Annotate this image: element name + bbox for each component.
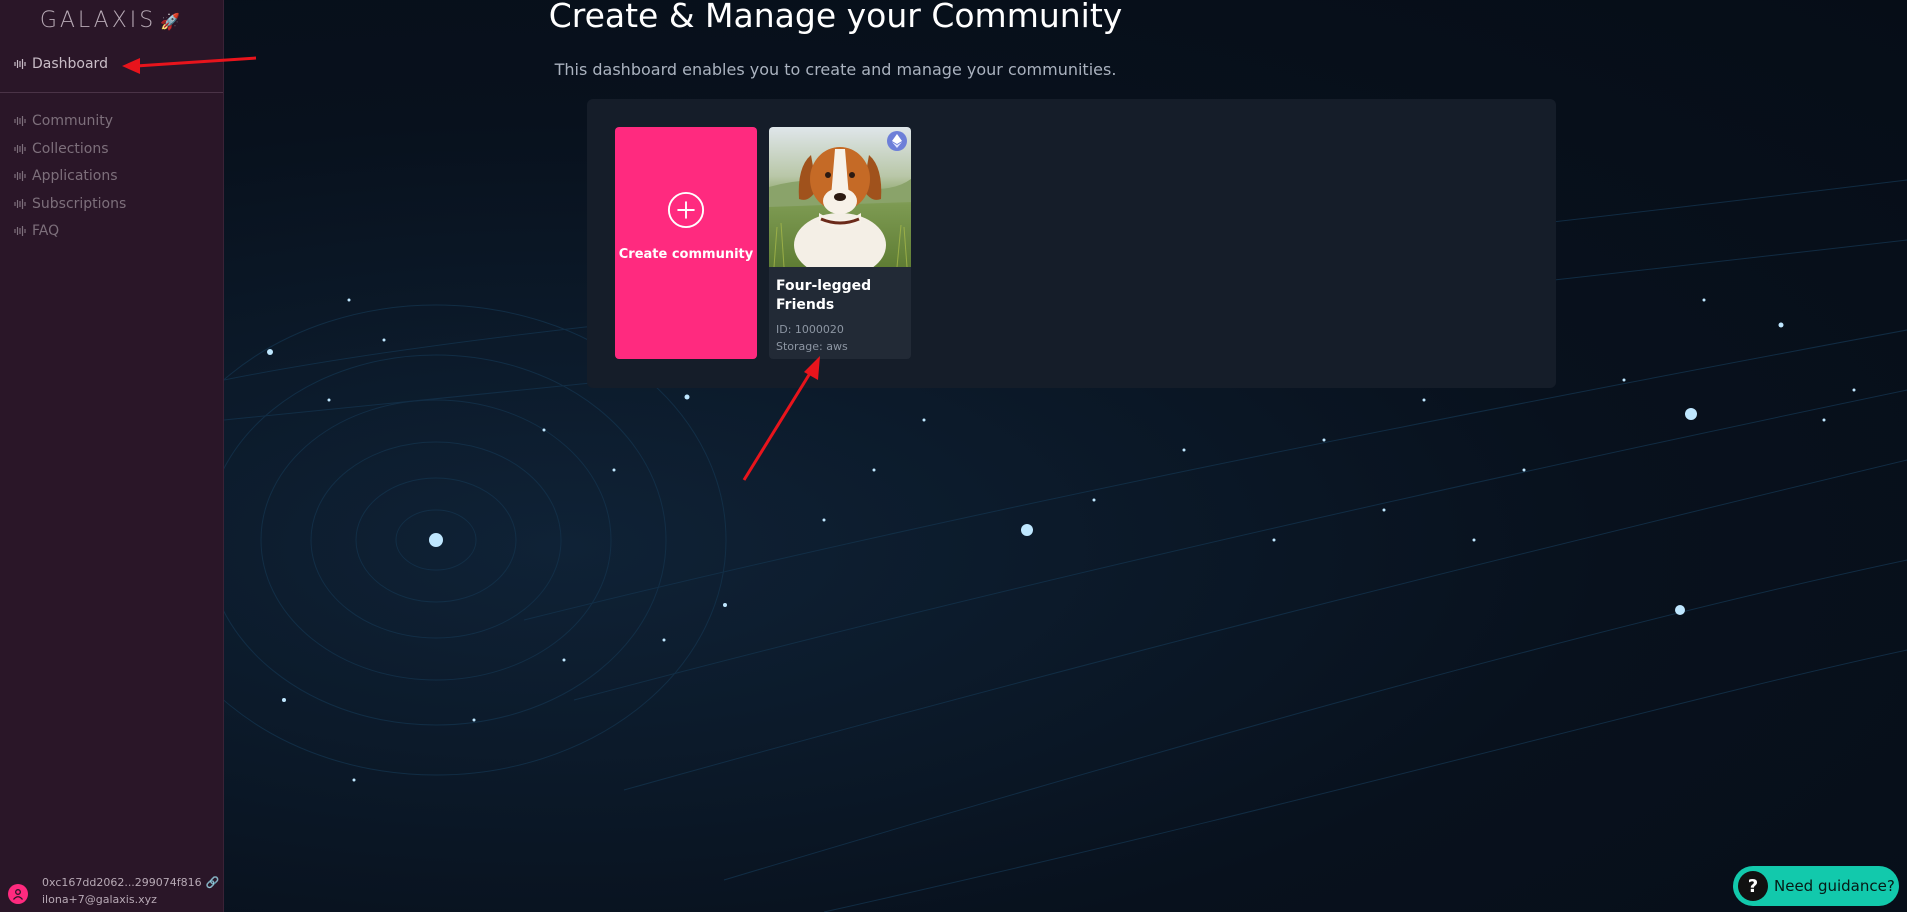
galaxis-logo[interactable]: GALAXIS 🚀 [0,8,223,33]
need-guidance-label: Need guidance? [1774,877,1895,895]
page-subtitle: This dashboard enables you to create and… [554,60,1117,79]
wave-icon [14,171,26,181]
wallet-text: 0xc167dd2062...299074f816 [42,876,202,889]
plus-circle-icon [667,191,705,229]
sidebar-item-dashboard[interactable]: Dashboard [14,56,108,72]
wave-icon [14,144,26,154]
logo-text: GALAXIS [39,8,157,33]
community-id: ID: 1000020 [776,323,844,336]
sidebar-item-label: Community [32,113,114,129]
create-community-label: Create community [618,247,754,262]
sidebar-item-label: FAQ [32,223,60,239]
need-guidance-button[interactable]: ? Need guidance? [1733,866,1899,906]
sidebar-item-subscriptions[interactable]: Subscriptions [14,196,126,212]
sidebar-item-label: Applications [32,168,118,184]
wave-icon [14,199,26,209]
user-account: 0xc167dd2062...299074f816 🔗 ilona+7@galax… [8,876,219,908]
community-storage: Storage: aws [776,340,848,353]
community-card[interactable]: Four-legged Friends ID: 1000020 Storage:… [769,127,911,359]
main-content: Create & Manage your Community This dash… [224,0,1907,912]
sidebar-item-label: Dashboard [32,56,108,72]
create-community-button[interactable]: Create community [615,127,757,359]
avatar[interactable] [8,884,28,904]
sidebar: GALAXIS 🚀 Dashboard Community Collections… [0,0,224,912]
link-icon[interactable]: 🔗 [206,876,220,889]
rocket-icon: 🚀 [160,12,184,31]
sidebar-item-label: Subscriptions [32,196,127,212]
wave-icon [14,59,26,69]
communities-panel: Create community Four-legged Friends ID:… [587,99,1556,388]
app-root: GALAXIS 🚀 Dashboard Community Collections… [0,0,1907,912]
community-name: Four-legged Friends [776,278,872,313]
question-icon: ? [1738,871,1768,901]
wave-icon [14,226,26,236]
sidebar-divider [0,92,223,93]
user-icon [12,889,24,900]
sidebar-item-collections[interactable]: Collections [14,141,109,157]
page-title: Create & Manage your Community [548,0,1123,35]
wave-icon [14,116,26,126]
sidebar-item-faq[interactable]: FAQ [14,223,59,239]
sidebar-item-label: Collections [32,141,109,157]
ethereum-icon [887,131,907,151]
sidebar-item-community[interactable]: Community [14,113,113,129]
sidebar-item-applications[interactable]: Applications [14,168,118,184]
user-email: ilona+7@galaxis.xyz [42,893,157,906]
wallet-address: 0xc167dd2062...299074f816 🔗 [42,876,219,889]
